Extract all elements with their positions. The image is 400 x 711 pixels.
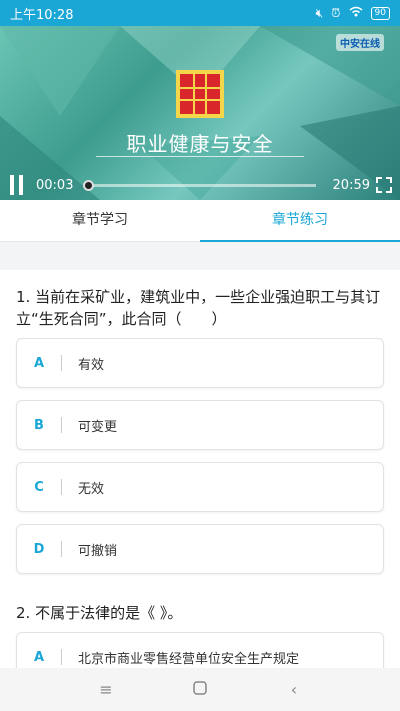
red-cross-icon [176,70,224,118]
back-icon[interactable]: ‹ [282,680,306,699]
chapter-tabs: 章节学习 章节练习 [0,200,400,242]
video-player[interactable]: 中安在线 职业健康与安全 00:03 20:59 [0,26,400,200]
status-icons: 🔇︎ ⏰︎ 90 [316,6,390,21]
option-letter: A [33,649,45,665]
video-controls: 00:03 20:59 [0,170,400,200]
progress-knob[interactable] [83,179,95,191]
question-2: 2. 不属于法律的是《 》。 [16,604,183,622]
option-letter: B [34,417,44,433]
option-text: 北京市商业零售经营单位安全生产规定 [78,651,300,667]
option-text: 可变更 [78,419,118,435]
menu-icon[interactable]: ≡ [94,680,118,699]
fullscreen-icon[interactable] [376,177,392,193]
option-1c[interactable]: C 无效 [16,462,384,512]
video-logo: 中安在线 [336,34,384,51]
mute-icon: 🔇︎ [315,5,324,20]
tab-chapter-practice[interactable]: 章节练习 [200,200,400,242]
question-1: 1. 当前在采矿业，建筑业中，一些企业强迫职工与其订立“生死合同”，此合同（ ） [16,288,381,328]
option-text: 有效 [78,357,105,373]
wifi-icon [349,6,363,20]
status-bar: 上午10:28 🔇︎ ⏰︎ 90 [0,0,400,26]
option-1a[interactable]: A 有效 [16,338,384,388]
option-1b[interactable]: B 可变更 [16,400,384,450]
option-letter: C [34,479,44,495]
total-time: 20:59 [332,177,370,193]
video-title: 职业健康与安全 [126,132,274,156]
option-text: 可撤销 [78,543,118,559]
option-1d[interactable]: D 可撤销 [16,524,384,574]
option-2a[interactable]: A 北京市商业零售经营单位安全生产规定 [16,632,384,668]
system-nav-bar: ≡ ‹ [0,668,400,711]
current-time: 00:03 [36,177,74,193]
progress-bar[interactable] [83,179,316,191]
title-divider [96,156,304,157]
pause-button[interactable] [8,175,26,195]
practice-content: 1. 当前在采矿业，建筑业中，一些企业强迫职工与其订立“生死合同”，此合同（ ）… [0,270,400,668]
battery-icon: 90 [370,6,390,20]
option-text: 无效 [78,481,105,497]
alarm-icon: ⏰︎ [331,5,341,20]
option-letter: A [33,355,45,371]
home-icon[interactable] [188,680,212,699]
option-letter: D [33,541,45,557]
tab-chapter-study[interactable]: 章节学习 [0,200,200,241]
status-time: 上午10:28 [10,7,74,23]
